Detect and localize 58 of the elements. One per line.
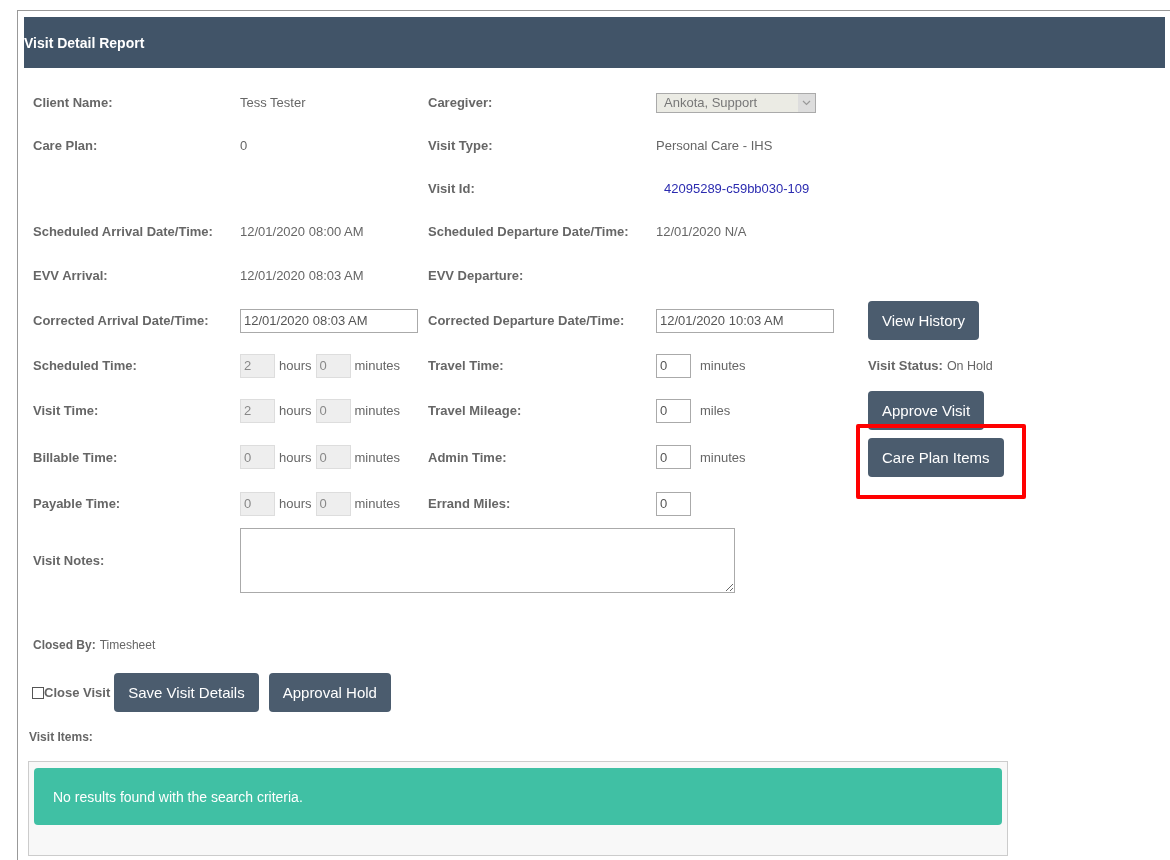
field-label: Visit Notes: [33, 552, 105, 568]
field-label: Travel Mileage: [428, 403, 522, 418]
report-title: Visit Detail Report [24, 34, 145, 51]
field-label: EVV Arrival: [33, 268, 108, 283]
checkbox[interactable] [32, 686, 44, 699]
visit-id-link[interactable]: 42095289-c59bb030-109 [664, 181, 810, 196]
input-field[interactable]: 12/01/2020 08:03 AM [240, 308, 418, 333]
field-label: Scheduled Arrival Date/Time: [33, 224, 213, 239]
input-field[interactable]: 0 [656, 353, 691, 378]
field-label: EVV Departure: [428, 268, 524, 283]
field-label: Visit Type: [428, 138, 493, 153]
field-label: Scheduled Time: [33, 358, 137, 373]
status-label: Visit Status: [868, 358, 943, 373]
input-field[interactable]: 0 [656, 491, 691, 516]
field-label: Admin Time: [428, 449, 507, 465]
field-value: Timesheet [99, 638, 156, 652]
unit-label: miles [700, 403, 731, 418]
unit-label: minutes [700, 449, 746, 465]
field-label: Client Name: [33, 95, 113, 110]
field-label: Closed By: [33, 638, 96, 652]
field-label: Travel Time: [428, 358, 504, 373]
input-field[interactable]: 0 [656, 398, 691, 423]
unit-label: hours [279, 403, 312, 418]
field-label: Billable Time: [33, 449, 118, 465]
unit-label: minutes [354, 403, 401, 418]
field-value: 0 [240, 138, 248, 153]
field-label: Scheduled Departure Date/Time: [428, 224, 629, 239]
field-value: Tess Tester [240, 95, 306, 110]
action-button[interactable]: Save Visit Details [114, 673, 259, 712]
field-label: Visit Time: [33, 403, 99, 418]
action-button[interactable]: Approve Visit [868, 391, 985, 430]
field-label: Corrected Departure Date/Time: [428, 313, 625, 328]
action-button[interactable]: Care Plan Items [868, 437, 1004, 477]
action-button[interactable]: View History [868, 301, 980, 340]
unit-label: minutes [354, 496, 401, 511]
field-label: Corrected Arrival Date/Time: [33, 313, 209, 328]
input-field[interactable]: 0 [656, 445, 691, 469]
field-label: Payable Time: [33, 496, 121, 511]
field-label: Visit Id: [428, 181, 475, 196]
action-button[interactable]: Approval Hold [268, 673, 391, 712]
unit-label: minutes [354, 449, 401, 465]
field-label: Caregiver: [428, 95, 493, 110]
status-value: On Hold [946, 358, 993, 373]
unit-label: hours [279, 449, 312, 465]
field-value: 12/01/2020 08:03 AM [240, 268, 364, 283]
unit-label: minutes [354, 358, 401, 373]
unit-label: minutes [700, 358, 746, 373]
unit-label: hours [279, 358, 312, 373]
unit-label: hours [279, 496, 312, 511]
field-label: Care Plan: [33, 138, 98, 153]
field-value: Personal Care - IHS [656, 138, 773, 153]
field-label: Errand Miles: [428, 496, 511, 511]
field-value: 12/01/2020 08:00 AM [240, 224, 364, 239]
checkbox-label: Close Visit [44, 685, 111, 700]
field-value: 12/01/2020 N/A [656, 224, 747, 239]
alert-text: No results found with the search criteria. [53, 788, 303, 805]
section-label: Visit Items: [29, 730, 93, 744]
input-field[interactable]: 12/01/2020 10:03 AM [656, 308, 834, 333]
